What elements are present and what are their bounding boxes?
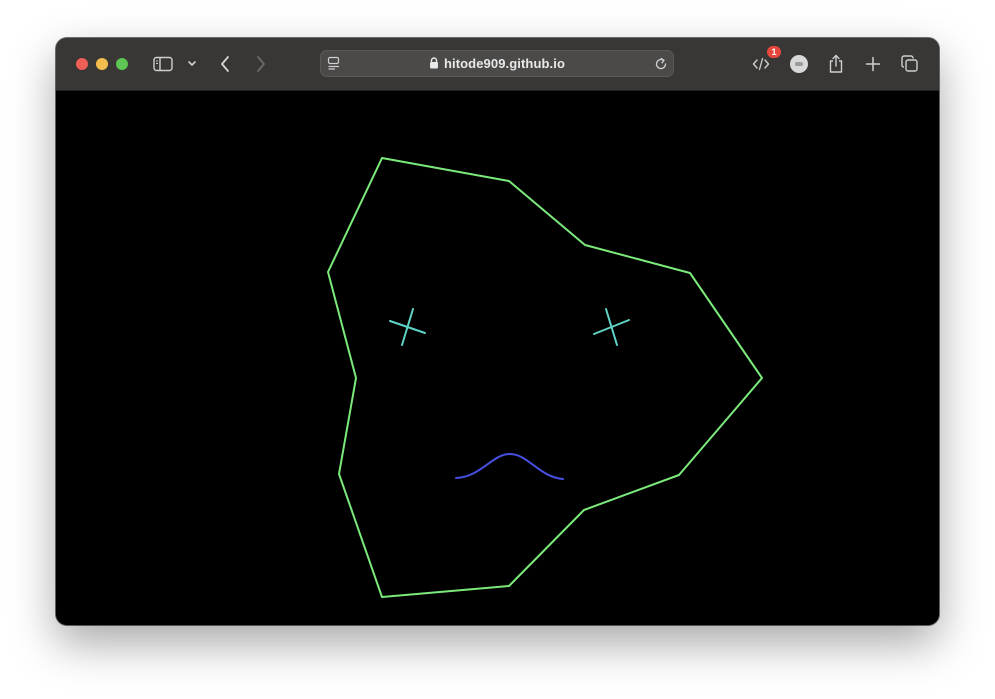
back-button[interactable]	[216, 51, 234, 77]
right-eye	[593, 308, 630, 346]
maximize-window-button[interactable]	[116, 58, 128, 70]
tab-group-menu-button[interactable]	[185, 51, 199, 77]
browser-toolbar: hitode909.github.io 1	[56, 38, 939, 91]
share-icon	[829, 54, 843, 73]
browser-window: hitode909.github.io 1	[56, 38, 939, 625]
reload-icon[interactable]	[654, 57, 668, 71]
address-bar[interactable]: hitode909.github.io	[320, 50, 674, 77]
face-outline	[327, 157, 763, 598]
url-text: hitode909.github.io	[443, 56, 566, 71]
code-icon	[752, 57, 770, 71]
tabs-overview-button[interactable]	[900, 51, 920, 77]
new-tab-button[interactable]	[864, 51, 882, 77]
tabs-overview-icon	[901, 55, 918, 72]
page-canvas[interactable]	[56, 91, 939, 625]
left-eye	[389, 308, 426, 346]
minimize-window-button[interactable]	[96, 58, 108, 70]
sidebar-toggle-button[interactable]	[152, 51, 174, 77]
mouth	[455, 452, 564, 480]
plus-icon	[865, 56, 881, 72]
share-button[interactable]	[827, 51, 845, 77]
forward-arrow-icon	[257, 56, 265, 72]
close-window-button[interactable]	[76, 58, 88, 70]
url-display: hitode909.github.io	[320, 50, 674, 77]
face-drawing	[327, 157, 763, 598]
chevron-down-icon	[188, 61, 196, 67]
notification-badge: 1	[767, 46, 781, 58]
back-arrow-icon	[221, 56, 229, 72]
avatar[interactable]	[790, 55, 808, 73]
sidebar-icon	[153, 56, 173, 72]
lock-icon	[429, 57, 438, 69]
forward-button[interactable]	[252, 51, 270, 77]
